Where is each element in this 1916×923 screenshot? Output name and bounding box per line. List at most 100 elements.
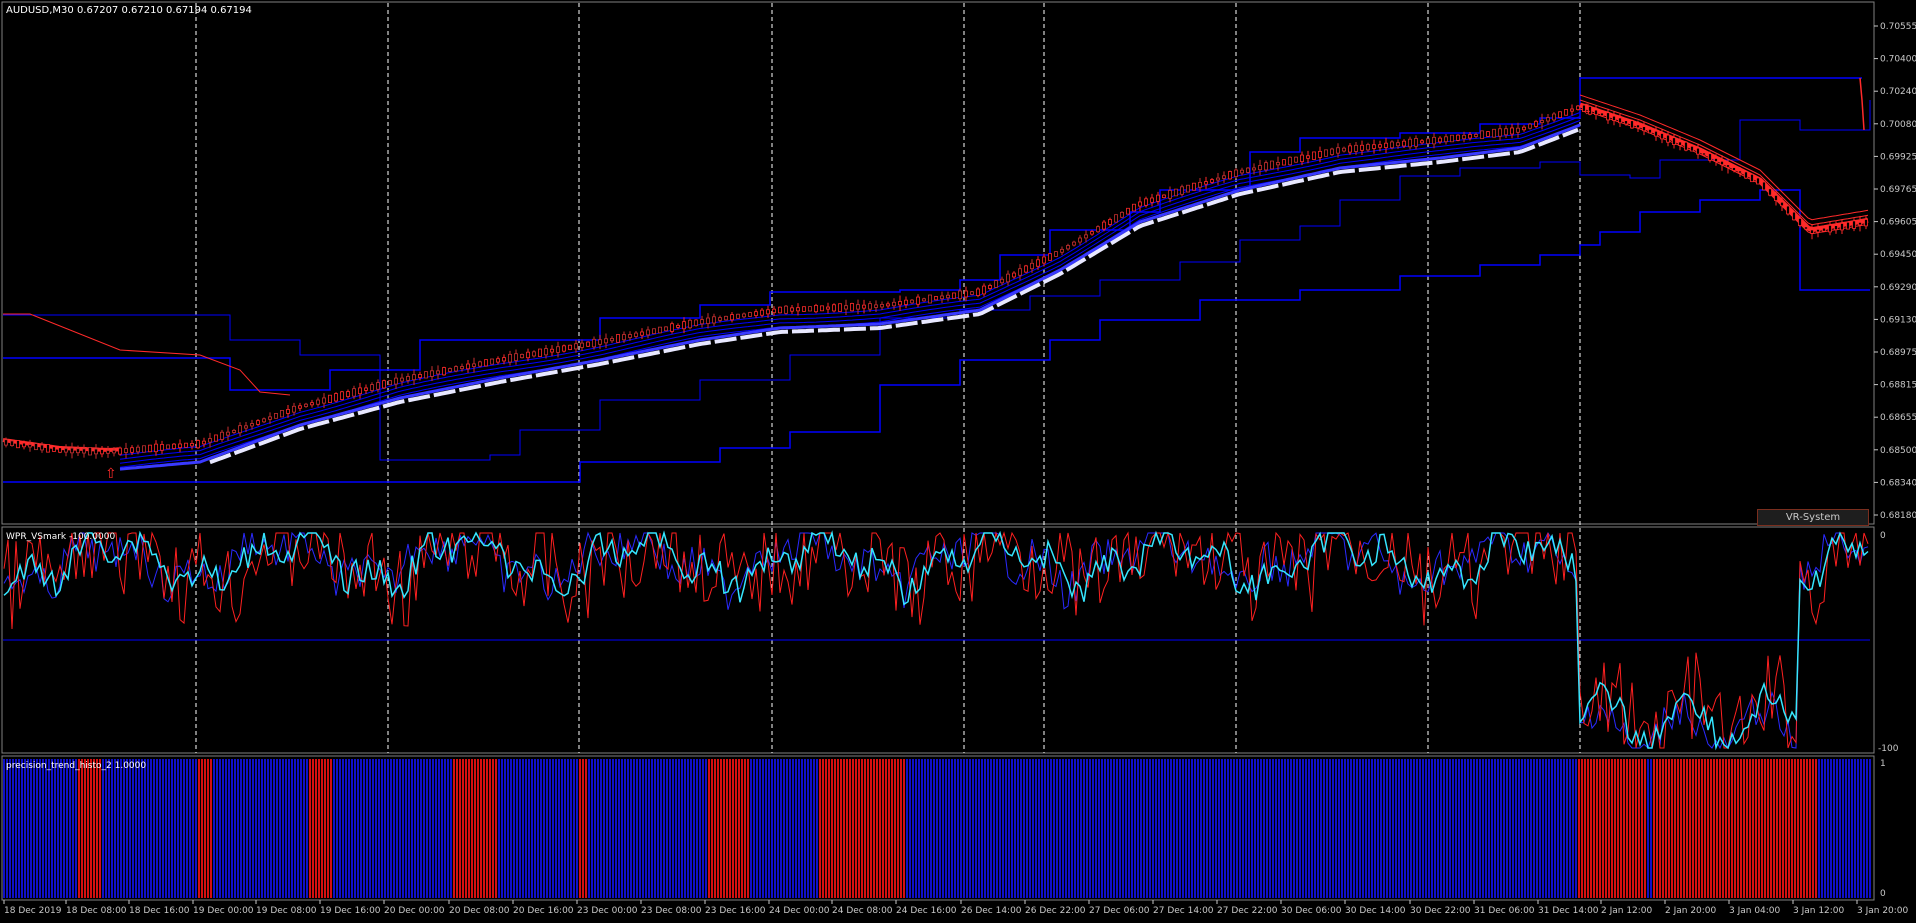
candle-body	[1300, 154, 1304, 163]
channel-end-red	[1859, 77, 1865, 131]
candle-body	[514, 353, 518, 361]
candle-body	[1822, 227, 1826, 232]
candle-body	[1216, 177, 1220, 181]
candle-body	[946, 294, 950, 299]
candle-body	[1396, 142, 1400, 147]
candle-body	[1066, 245, 1070, 250]
candle-body	[352, 388, 356, 397]
candle-body	[1732, 167, 1736, 171]
candle-body	[604, 338, 608, 344]
candle-body	[892, 301, 896, 307]
candle-body	[778, 306, 782, 314]
candle-body	[1354, 144, 1358, 152]
candle-body	[706, 317, 710, 324]
candle-body	[478, 361, 482, 367]
channel-lower-line	[3, 189, 1870, 483]
candle-body	[1438, 137, 1442, 143]
candle-body	[4, 439, 8, 446]
candle-body	[1312, 151, 1316, 160]
candle-body	[202, 440, 206, 445]
candle-body	[1240, 169, 1244, 174]
candle-body	[934, 296, 938, 301]
candle-body	[1774, 194, 1778, 202]
candle-body	[1564, 109, 1568, 116]
candle-body	[250, 423, 254, 427]
candle-body	[418, 374, 422, 378]
candle-body	[286, 409, 290, 414]
candle-body	[982, 285, 986, 295]
candle-body	[304, 403, 308, 407]
candle-body	[904, 299, 908, 305]
time-tick-label: 24 Dec 00:00	[769, 906, 830, 916]
candle-body	[1384, 142, 1388, 149]
candle-body	[268, 416, 272, 420]
candle-body	[1234, 169, 1238, 177]
candle-body	[964, 290, 968, 298]
candle-body	[682, 321, 686, 330]
candle-body	[1576, 105, 1580, 110]
channel-upper-line	[3, 77, 1862, 391]
price-channel-lines	[3, 77, 1871, 483]
candle-body	[1360, 144, 1364, 151]
price-tick-label: 0.70400	[1880, 55, 1916, 65]
candle-body	[262, 418, 266, 423]
candle-body	[1492, 128, 1496, 138]
candle-body	[484, 359, 488, 367]
candle-body	[550, 348, 554, 353]
candle-body	[1828, 225, 1832, 233]
candle-body	[1150, 197, 1154, 203]
chart-canvas[interactable]: AUDUSD,M30 0.67207 0.67210 0.67194 0.671…	[0, 0, 1916, 919]
time-axis: 18 Dec 2019 18 Dec 08:00 18 Dec 16:00 19 De…	[3, 900, 1909, 916]
candle-body	[1726, 164, 1730, 168]
candle-body	[136, 446, 140, 453]
candle-body	[334, 393, 338, 402]
candle-body	[664, 326, 668, 332]
candle-body	[154, 443, 158, 453]
trading-chart[interactable]: AUDUSD,M30 0.67207 0.67210 0.67194 0.671…	[0, 0, 1916, 919]
candle-body	[76, 448, 80, 454]
time-tick-label: 27 Dec 22:00	[1217, 906, 1278, 916]
candle-body	[1432, 136, 1436, 145]
candle-body	[1186, 184, 1190, 193]
time-tick-label: 20 Dec 00:00	[384, 906, 445, 916]
candle-body	[1270, 160, 1274, 170]
candle-body	[544, 348, 548, 356]
histo-scale-bottom: 0	[1880, 889, 1886, 899]
price-tick-label: 0.69290	[1880, 283, 1916, 293]
candle-body	[16, 440, 20, 449]
candle-body	[1378, 144, 1382, 148]
buy-arrow-icon: ⇧	[105, 466, 117, 482]
candle-body	[1276, 162, 1280, 166]
candle-body	[436, 370, 440, 375]
candle-body	[184, 442, 188, 448]
candle-body	[1840, 223, 1844, 231]
candle-body	[634, 332, 638, 337]
candle-body	[1468, 134, 1472, 139]
time-tick-label: 23 Dec 16:00	[705, 906, 766, 916]
candle-body	[1528, 123, 1532, 129]
candle-body	[1786, 205, 1790, 215]
candle-body	[568, 344, 572, 350]
candle-body	[298, 405, 302, 409]
vr-system-button[interactable]: VR-System	[1757, 509, 1869, 526]
candle-body	[1630, 120, 1634, 129]
histo-scale-top: 1	[1880, 759, 1886, 769]
candle-body	[322, 397, 326, 404]
candle-body	[1714, 158, 1718, 162]
candle-body	[688, 319, 692, 329]
candle-body	[1258, 165, 1262, 171]
candle-body	[364, 387, 368, 391]
price-tick-label: 0.68815	[1880, 381, 1916, 391]
candle-body	[1318, 150, 1322, 158]
candle-body	[838, 303, 842, 312]
candle-body	[1048, 253, 1052, 261]
wpr-scale-top: 0	[1880, 531, 1886, 541]
candle-body	[1756, 177, 1760, 185]
ma-line-white	[209, 127, 1579, 465]
candle-body	[640, 331, 644, 336]
candle-body	[856, 304, 860, 310]
candle-body	[1852, 220, 1856, 229]
candle-body	[1420, 140, 1424, 144]
candle-body	[1648, 128, 1652, 134]
candle-body	[1450, 134, 1454, 143]
